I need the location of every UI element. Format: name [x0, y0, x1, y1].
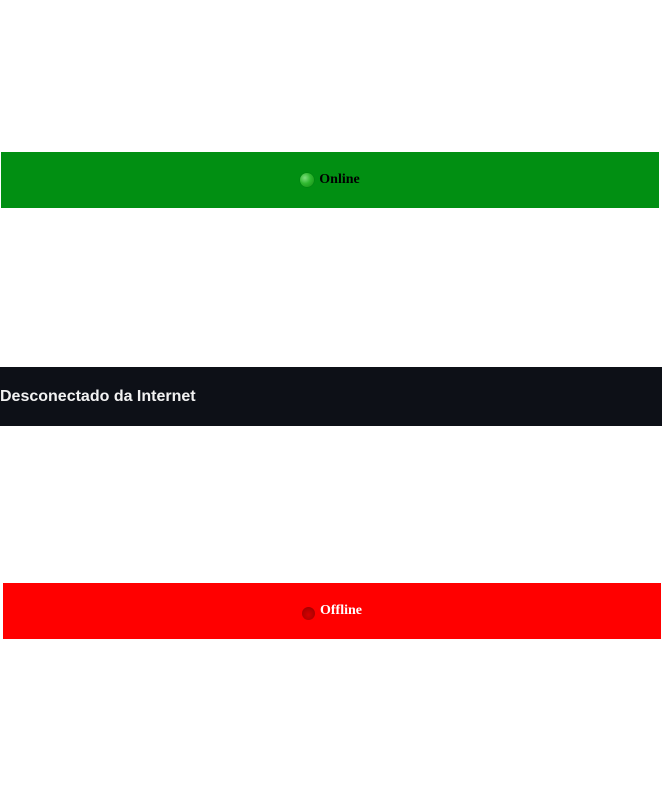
offline-status-bar: Offline [3, 583, 661, 639]
disconnected-banner: Desconectado da Internet [0, 367, 662, 426]
green-dot-icon [300, 173, 315, 187]
red-dot-icon [302, 606, 315, 620]
offline-status-label: Offline [320, 603, 362, 618]
disconnected-banner-text: Desconectado da Internet [0, 387, 196, 405]
online-status-label: Online [319, 172, 360, 187]
online-status-bar: Online [1, 152, 659, 208]
